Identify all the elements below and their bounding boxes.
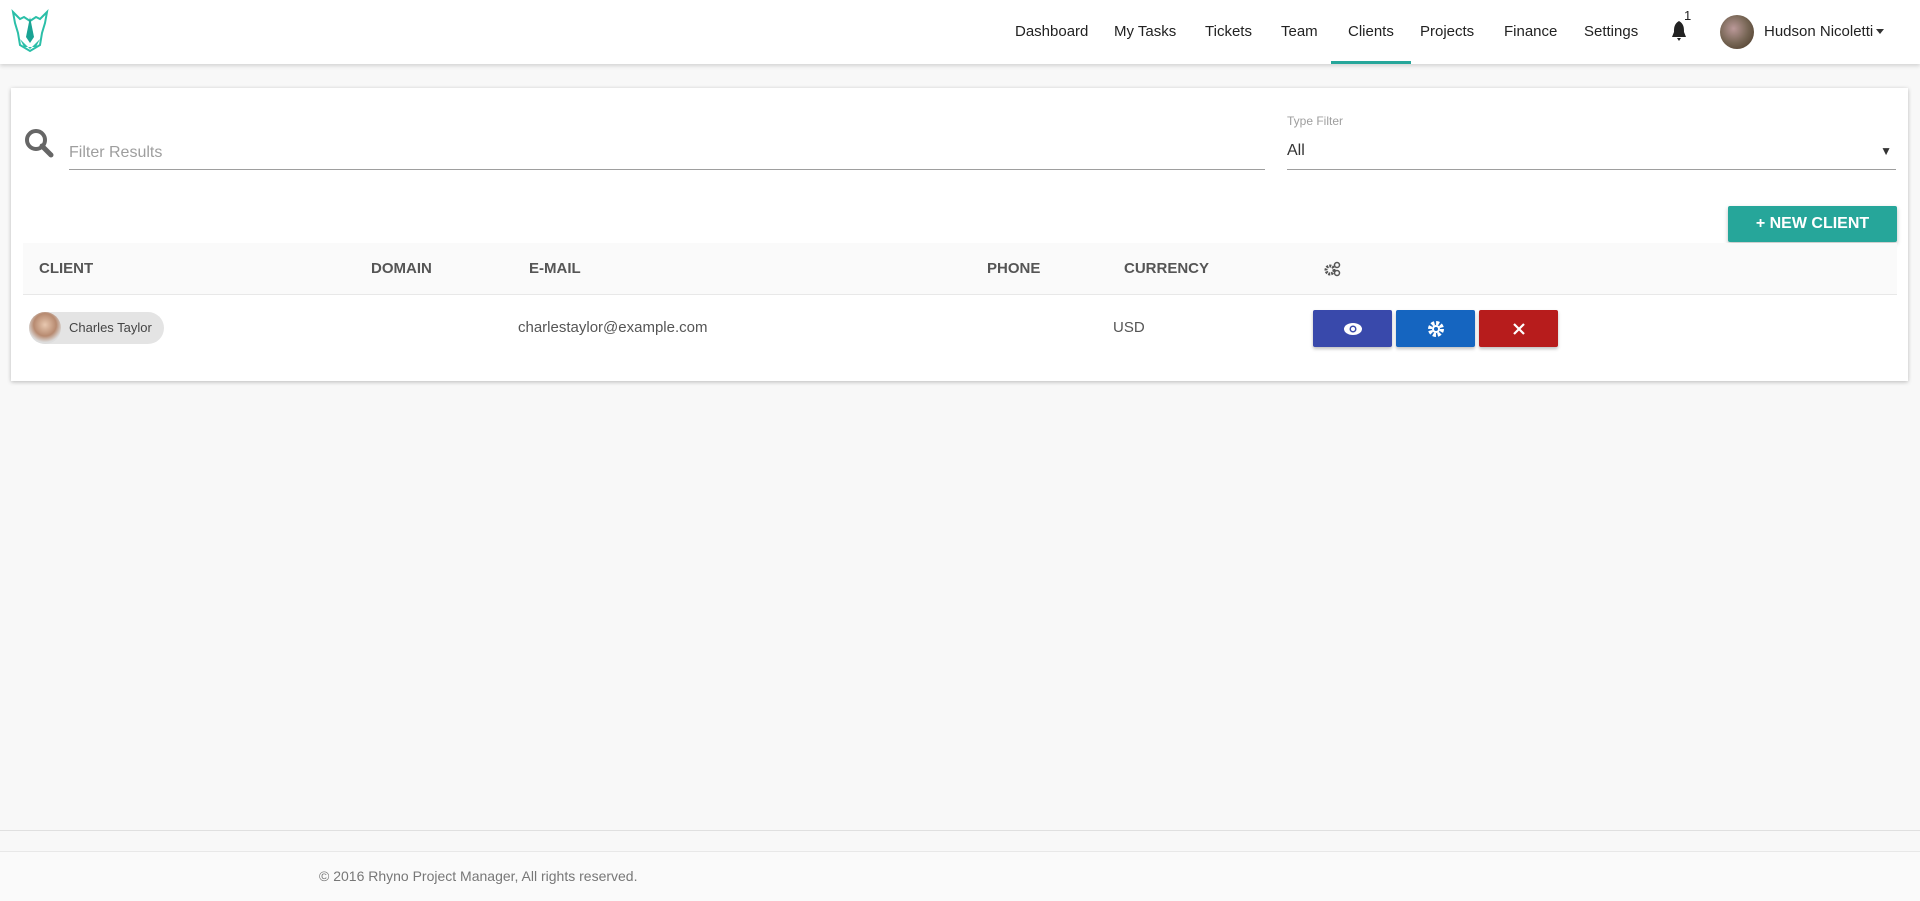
delete-button[interactable] [1479,310,1558,347]
nav-tickets[interactable]: Tickets [1203,0,1254,64]
col-client[interactable]: CLIENT [39,243,93,295]
copyright-text: © 2016 Rhyno Project Manager, All rights… [319,868,638,884]
nav-dashboard[interactable]: Dashboard [1013,0,1090,64]
filter-results-input[interactable] [69,136,1265,170]
user-avatar[interactable] [1720,15,1754,49]
caret-down-icon[interactable] [1876,29,1884,34]
nav-finance[interactable]: Finance [1502,0,1559,64]
close-icon [1512,323,1525,336]
col-currency[interactable]: CURRENCY [1124,243,1209,295]
type-filter-select[interactable]: All ▼ [1287,132,1896,170]
client-email: charlestaylor@example.com [518,319,708,336]
col-phone[interactable]: PHONE [987,243,1040,295]
nav-settings[interactable]: Settings [1582,0,1640,64]
client-avatar [29,312,61,344]
edit-button[interactable] [1396,310,1475,347]
nav-my-tasks[interactable]: My Tasks [1112,0,1178,64]
client-name: Charles Taylor [69,320,152,335]
rhino-logo-icon[interactable] [10,9,50,53]
footer-divider [0,830,1920,831]
type-filter-label: Type Filter [1287,114,1344,128]
gears-icon [1324,261,1341,277]
notification-count: 1 [1684,8,1692,23]
table-header: CLIENT DOMAIN E-MAIL PHONE CURRENCY [23,243,1897,295]
nav-team[interactable]: Team [1279,0,1320,64]
clients-card: Type Filter All ▼ + NEW CLIENT CLIENT DOM… [11,88,1908,381]
top-navbar: Dashboard My Tasks Tickets Team Clients … [0,0,1920,64]
col-domain[interactable]: DOMAIN [371,243,432,295]
type-filter-value: All [1287,142,1305,159]
eye-icon [1343,323,1362,336]
gear-icon [1427,321,1444,338]
client-currency: USD [1113,319,1145,336]
nav-projects[interactable]: Projects [1418,0,1476,64]
col-email[interactable]: E-MAIL [529,243,581,295]
nav-clients[interactable]: Clients [1331,0,1411,64]
search-icon [25,129,54,158]
view-button[interactable] [1313,310,1392,347]
footer [0,851,1920,901]
dropdown-arrow-icon: ▼ [1880,144,1892,158]
new-client-button[interactable]: + NEW CLIENT [1728,206,1897,242]
bell-icon[interactable] [1670,20,1688,42]
client-chip[interactable]: Charles Taylor [29,312,164,344]
user-name[interactable]: Hudson Nicoletti [1764,0,1873,64]
